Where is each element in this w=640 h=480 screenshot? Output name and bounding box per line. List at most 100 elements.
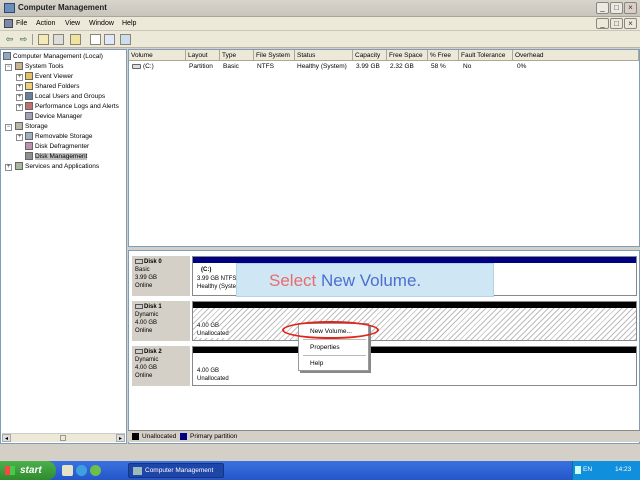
cell-capacity: 3.99 GB bbox=[356, 63, 380, 70]
help-icon[interactable] bbox=[104, 34, 115, 45]
expander-shared-folders[interactable]: + bbox=[16, 84, 23, 91]
computer-management-icon bbox=[4, 3, 15, 13]
column-status[interactable]: Status bbox=[295, 50, 353, 61]
column-layout[interactable]: Layout bbox=[186, 50, 220, 61]
performance-icon bbox=[25, 102, 33, 111]
instruction-verb: Select bbox=[269, 271, 317, 290]
clock[interactable]: 14:23 bbox=[615, 466, 631, 473]
tree-item-disk-defragmenter[interactable]: Disk Defragmenter bbox=[25, 142, 89, 152]
toolbar: ⇦ ⇨ bbox=[0, 31, 640, 48]
expander-system-tools[interactable]: − bbox=[5, 64, 12, 71]
language-indicator[interactable]: EN bbox=[583, 466, 592, 473]
column-fault-tolerance[interactable]: Fault Tolerance bbox=[459, 50, 513, 61]
maximize-button[interactable]: □ bbox=[610, 2, 623, 14]
tray-arrow-icon[interactable] bbox=[575, 466, 581, 474]
forward-arrow-icon[interactable]: ⇨ bbox=[18, 34, 29, 45]
cell-type: Basic bbox=[223, 63, 239, 70]
console-icon[interactable] bbox=[120, 34, 131, 45]
media-player-icon[interactable] bbox=[90, 465, 101, 476]
instruction-overlay: Select New Volume. bbox=[236, 263, 494, 297]
taskbar-item-computer-management[interactable]: Computer Management bbox=[128, 463, 224, 478]
minimize-button[interactable]: _ bbox=[596, 2, 609, 14]
menu-item-properties[interactable]: Properties bbox=[310, 344, 340, 351]
column-percent-free[interactable]: % Free bbox=[428, 50, 459, 61]
disk-2-label[interactable]: Disk 2 Dynamic 4.00 GB Online bbox=[132, 346, 190, 386]
menu-view[interactable]: View bbox=[65, 20, 80, 27]
taskbar: start Computer Management EN 14:23 bbox=[0, 461, 640, 480]
export-list-icon[interactable] bbox=[90, 34, 101, 45]
scroll-right-arrow-icon[interactable]: ▸ bbox=[116, 434, 125, 442]
child-minimize-button[interactable]: _ bbox=[596, 18, 609, 29]
internet-explorer-icon[interactable] bbox=[76, 465, 87, 476]
menu-file[interactable]: File bbox=[16, 20, 27, 27]
tree-item-shared-folders[interactable]: Shared Folders bbox=[25, 82, 79, 92]
column-free-space[interactable]: Free Space bbox=[387, 50, 428, 61]
cell-percent-free: 58 % bbox=[431, 63, 446, 70]
device-manager-icon bbox=[25, 112, 33, 121]
disk-legend: Unallocated Primary partition bbox=[128, 430, 640, 442]
tree-horizontal-scrollbar[interactable]: ◂ ▸ bbox=[2, 433, 125, 442]
show-desktop-icon[interactable] bbox=[62, 465, 73, 476]
expander-storage[interactable]: − bbox=[5, 124, 12, 131]
computer-icon bbox=[3, 52, 11, 61]
start-button[interactable]: start bbox=[0, 461, 56, 480]
child-close-button[interactable]: × bbox=[624, 18, 637, 29]
column-overhead[interactable]: Overhead bbox=[513, 50, 639, 61]
tools-icon bbox=[15, 62, 23, 71]
legend-label-unallocated: Unallocated bbox=[142, 433, 177, 440]
title-bar: Computer Management _ □ × bbox=[0, 0, 640, 17]
computer-management-icon bbox=[133, 467, 142, 475]
tree-item-performance-logs[interactable]: Performance Logs and Alerts bbox=[25, 102, 119, 112]
disk-0-label[interactable]: Disk 0 Basic 3.99 GB Online bbox=[132, 256, 190, 296]
expander-performance-logs[interactable]: + bbox=[16, 104, 23, 111]
column-type[interactable]: Type bbox=[220, 50, 254, 61]
disk-1-unallocated-region[interactable]: 4.00 GB Unallocated bbox=[192, 301, 637, 341]
menu-item-help[interactable]: Help bbox=[310, 360, 323, 367]
tree-item-disk-management[interactable]: Disk Management bbox=[25, 152, 88, 162]
child-restore-button[interactable]: □ bbox=[610, 18, 623, 29]
volume-list: Volume Layout Type File System Status Ca… bbox=[128, 49, 640, 247]
removable-storage-icon bbox=[25, 132, 33, 141]
menu-action[interactable]: Action bbox=[36, 20, 55, 27]
tree-item-local-users[interactable]: Local Users and Groups bbox=[25, 92, 105, 102]
toolbar-separator bbox=[32, 34, 33, 45]
show-hide-tree-icon[interactable] bbox=[53, 34, 64, 45]
scroll-left-arrow-icon[interactable]: ◂ bbox=[2, 434, 11, 442]
console-tree: Computer Management (Local) − System Too… bbox=[0, 49, 127, 444]
column-file-system[interactable]: File System bbox=[254, 50, 295, 61]
expander-removable-storage[interactable]: + bbox=[16, 134, 23, 141]
tree-item-services[interactable]: Services and Applications bbox=[15, 162, 99, 172]
menu-help[interactable]: Help bbox=[122, 20, 136, 27]
properties-icon[interactable] bbox=[70, 34, 81, 45]
expander-services[interactable]: + bbox=[5, 164, 12, 171]
tree-item-event-viewer[interactable]: Event Viewer bbox=[25, 72, 73, 82]
cell-free-space: 2.32 GB bbox=[390, 63, 414, 70]
back-arrow-icon[interactable]: ⇦ bbox=[4, 34, 15, 45]
column-volume[interactable]: Volume bbox=[129, 50, 186, 61]
instruction-target: New Volume. bbox=[320, 271, 422, 290]
tree-item-system-tools[interactable]: System Tools bbox=[15, 62, 64, 72]
column-capacity[interactable]: Capacity bbox=[353, 50, 387, 61]
menu-separator bbox=[303, 355, 366, 356]
menu-bar: File Action View Window Help _ □ × bbox=[0, 17, 640, 31]
cell-file-system: NTFS bbox=[257, 63, 274, 70]
tree-item-device-manager[interactable]: Device Manager bbox=[25, 112, 82, 122]
up-folder-icon[interactable] bbox=[38, 34, 49, 45]
expander-local-users[interactable]: + bbox=[16, 94, 23, 101]
disk-management-icon bbox=[25, 152, 33, 161]
disk-2-unallocated-region[interactable]: 4.00 GB Unallocated bbox=[192, 346, 637, 386]
cell-volume: (C:) bbox=[132, 63, 154, 70]
mmc-icon[interactable] bbox=[4, 19, 13, 28]
menu-window[interactable]: Window bbox=[89, 20, 114, 27]
menu-separator bbox=[303, 339, 366, 340]
storage-icon bbox=[15, 122, 23, 131]
tree-item-storage[interactable]: Storage bbox=[15, 122, 48, 132]
scroll-thumb[interactable] bbox=[60, 435, 66, 441]
cell-layout: Partition bbox=[189, 63, 213, 70]
tree-item-computer-management[interactable]: Computer Management (Local) bbox=[3, 52, 103, 62]
disk-1-label[interactable]: Disk 1 Dynamic 4.00 GB Online bbox=[132, 301, 190, 341]
unallocated-bar bbox=[193, 302, 636, 308]
expander-event-viewer[interactable]: + bbox=[16, 74, 23, 81]
close-button[interactable]: × bbox=[624, 2, 637, 14]
tree-item-removable-storage[interactable]: Removable Storage bbox=[25, 132, 92, 142]
